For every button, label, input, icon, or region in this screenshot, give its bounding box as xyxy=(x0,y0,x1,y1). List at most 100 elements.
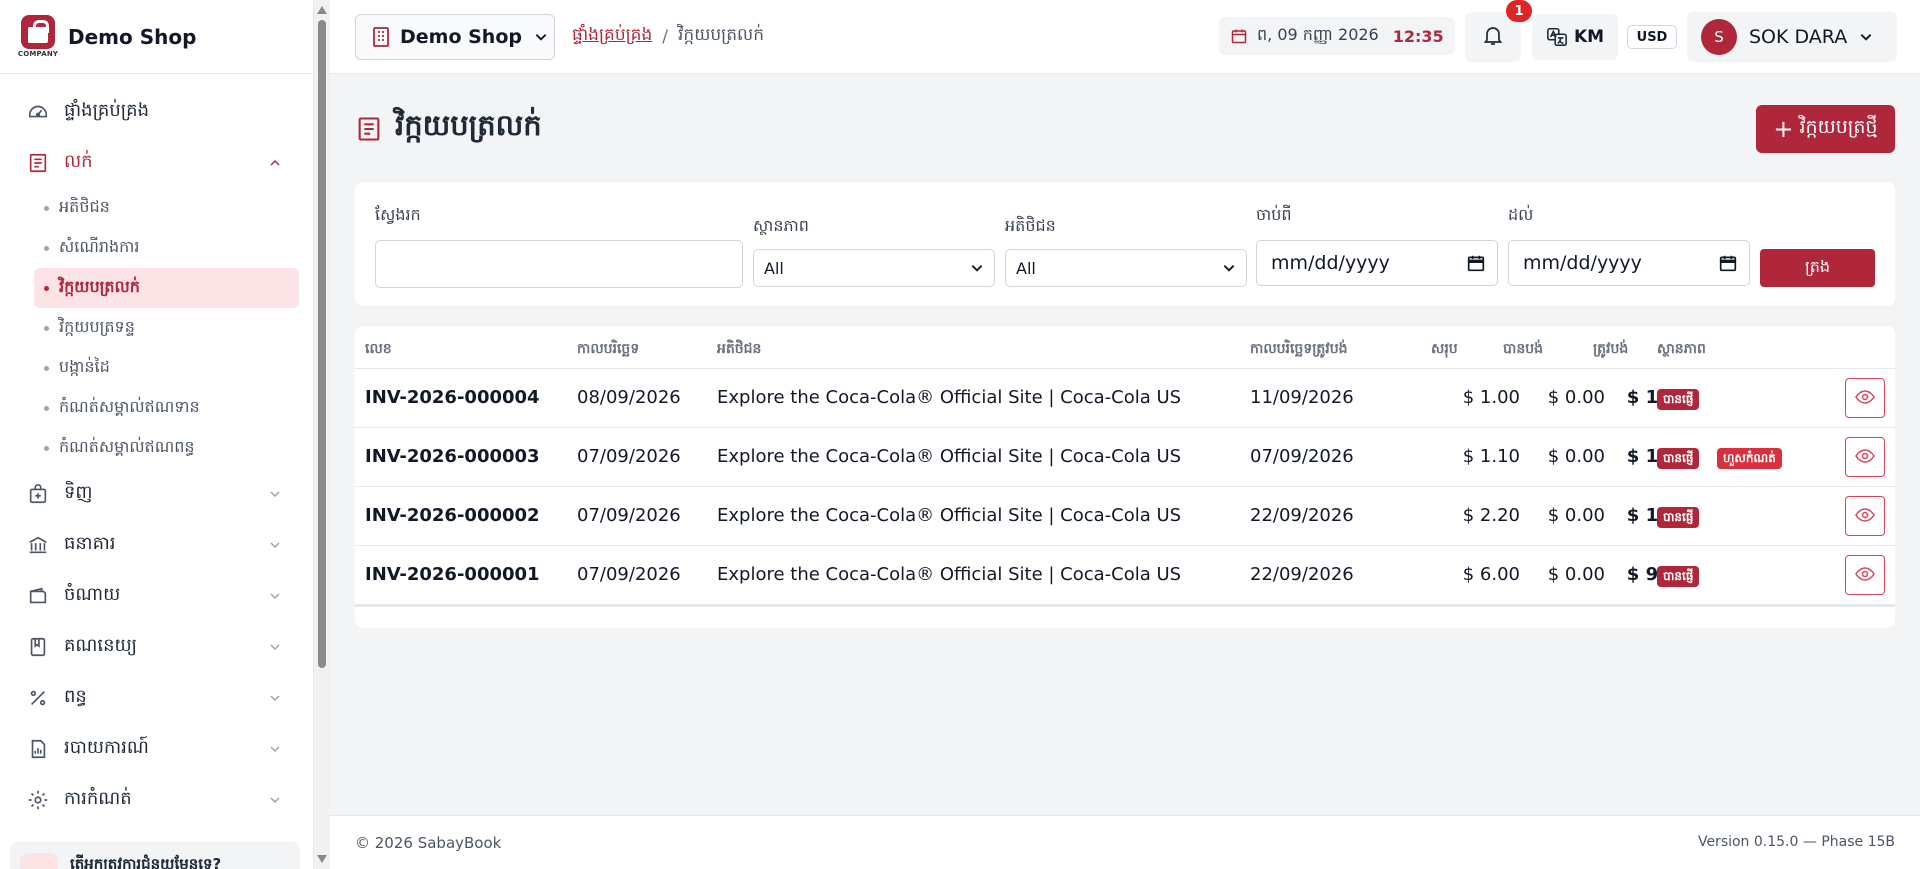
filter-panel: ស្វែងរក ស្ថានភាព All អតិថិជន All ចាប់ពី … xyxy=(355,182,1895,306)
column-header-number[interactable]: លេខ xyxy=(365,339,392,360)
scroll-thumb[interactable] xyxy=(318,20,326,668)
sidebar-item-sales-invoices[interactable]: វិក្កយបត្រលក់ xyxy=(34,268,299,308)
table-row[interactable]: INV-2026-000004 08/09/2026 Explore the C… xyxy=(355,369,1895,428)
sidebar-item-debit-notes[interactable]: កំណត់សម្គាល់ឥណពន្ធ xyxy=(34,428,299,468)
sidebar-item-debt-invoices[interactable]: វិក្កយបត្រទន្ទ xyxy=(34,308,299,348)
breadcrumb-home-link[interactable]: ផ្ទាំងគ្រប់គ្រង xyxy=(572,24,652,49)
view-invoice-button[interactable] xyxy=(1845,555,1885,595)
sidebar: COMPANY Demo Shop ផ្ទាំងគ្រប់គ្រង លក់ អត… xyxy=(0,0,314,869)
sidebar-item-banking[interactable]: ធនាគារ xyxy=(0,519,313,570)
calendar-icon[interactable] xyxy=(1467,254,1485,272)
language-switcher[interactable]: KM xyxy=(1532,14,1618,60)
sidebar-item-expenses[interactable]: ចំណាយ xyxy=(0,570,313,621)
gear-icon xyxy=(26,788,50,812)
sidebar-item-tax[interactable]: ពន្ធ xyxy=(0,672,313,723)
from-date-label: ចាប់ពី xyxy=(1256,205,1292,224)
view-invoice-button[interactable] xyxy=(1845,378,1885,418)
help-card[interactable]: តើអ្នកត្រូវការជំនួយមែនទេ? xyxy=(10,842,300,869)
bank-icon xyxy=(26,533,50,557)
chevron-down-icon xyxy=(267,741,283,757)
calendar-icon xyxy=(1231,28,1247,44)
customer-select[interactable]: All xyxy=(1005,249,1247,287)
invoice-number[interactable]: INV-2026-000001 xyxy=(365,564,540,585)
eye-icon xyxy=(1855,389,1875,408)
table-row[interactable]: INV-2026-000001 07/09/2026 Explore the C… xyxy=(355,546,1895,605)
invoice-number[interactable]: INV-2026-000002 xyxy=(365,505,540,526)
column-header-due-date[interactable]: កាលបរិច្ឆេទត្រូវបង់ xyxy=(1250,339,1347,360)
invoice-date: 08/09/2026 xyxy=(577,387,681,408)
table-scroll-track[interactable] xyxy=(355,604,1895,607)
sidebar-scrollbar[interactable] xyxy=(314,0,330,869)
filter-button[interactable]: ត្រង xyxy=(1760,249,1875,287)
avatar: S xyxy=(1701,19,1737,55)
date-time-display: ព, 09 កញ្ញា 2026 12:35 xyxy=(1219,17,1455,55)
breadcrumb: ផ្ទាំងគ្រប់គ្រង / វិក្កយបត្រលក់ xyxy=(572,24,764,49)
to-date-input[interactable]: mm/dd/yyyy xyxy=(1508,240,1750,286)
invoice-number[interactable]: INV-2026-000004 xyxy=(365,387,540,408)
receipt-icon xyxy=(26,151,50,175)
user-name: SOK DARA xyxy=(1749,26,1848,48)
notification-badge: 1 xyxy=(1506,0,1532,22)
breadcrumb-current: វិក្កយបត្រលក់ xyxy=(678,25,765,45)
invoice-number[interactable]: INV-2026-000003 xyxy=(365,446,540,467)
view-invoice-button[interactable] xyxy=(1845,437,1885,477)
eye-icon xyxy=(1855,448,1875,467)
status-select[interactable]: All xyxy=(753,249,995,287)
column-header-date[interactable]: កាលបរិច្ឆេទ xyxy=(577,339,639,360)
invoice-due-date: 11/09/2026 xyxy=(1250,387,1354,408)
chevron-down-icon xyxy=(1222,261,1236,275)
sidebar-brand[interactable]: COMPANY Demo Shop xyxy=(0,0,313,74)
sidebar-item-accounting[interactable]: គណនេយ្យ xyxy=(0,621,313,672)
sidebar-item-reports[interactable]: របាយការណ៍ xyxy=(0,723,313,774)
view-invoice-button[interactable] xyxy=(1845,496,1885,536)
scroll-up-arrow-icon[interactable] xyxy=(317,6,327,14)
copyright: © 2026 SabayBook xyxy=(355,834,502,852)
chevron-down-icon xyxy=(267,639,283,655)
scroll-down-arrow-icon[interactable] xyxy=(317,855,327,863)
sidebar-item-customers[interactable]: អតិថិជន xyxy=(34,188,299,228)
receipt-icon xyxy=(355,114,383,144)
invoice-customer: Explore the Coca-Cola® Official Site | C… xyxy=(717,446,1182,467)
chevron-down-icon xyxy=(267,486,283,502)
column-header-due[interactable]: ត្រូវបង់ xyxy=(1593,339,1628,360)
sidebar-item-credit-notes[interactable]: កំណត់សម្គាល់ឥណទាន xyxy=(34,388,299,428)
sidebar-item-sales[interactable]: លក់ xyxy=(0,137,313,188)
sidebar-item-settings[interactable]: ការកំណត់ xyxy=(0,774,313,825)
chevron-up-icon xyxy=(267,155,283,171)
chevron-down-icon xyxy=(267,792,283,808)
invoice-date: 07/09/2026 xyxy=(577,505,681,526)
customer-label: អតិថិជន xyxy=(1005,216,1056,235)
table-row[interactable]: INV-2026-000003 07/09/2026 Explore the C… xyxy=(355,428,1895,487)
search-label: ស្វែងរក xyxy=(375,205,421,224)
bell-icon xyxy=(1481,23,1505,51)
sidebar-item-purchases[interactable]: ទិញ xyxy=(0,468,313,519)
wallet-icon xyxy=(26,584,50,608)
eye-icon xyxy=(1855,566,1875,585)
column-header-paid[interactable]: បានបង់ xyxy=(1503,339,1543,360)
new-invoice-button[interactable]: + វិក្កយបត្រថ្មី xyxy=(1756,105,1895,153)
shop-switcher[interactable]: Demo Shop xyxy=(355,14,555,60)
sidebar-item-quotations[interactable]: សំណើរាងការ xyxy=(34,228,299,268)
search-input[interactable] xyxy=(375,240,743,288)
sidebar-item-dashboard[interactable]: ផ្ទាំងគ្រប់គ្រង xyxy=(0,86,313,137)
invoice-due-date: 22/09/2026 xyxy=(1250,505,1354,526)
from-date-input[interactable]: mm/dd/yyyy xyxy=(1256,240,1498,286)
column-header-status[interactable]: ស្ថានភាព xyxy=(1657,339,1706,360)
chart-file-icon xyxy=(26,737,50,761)
invoice-due-date: 07/09/2026 xyxy=(1250,446,1354,467)
user-menu[interactable]: S SOK DARA xyxy=(1687,12,1897,62)
invoice-due-date: 22/09/2026 xyxy=(1250,564,1354,585)
sidebar-item-receipts[interactable]: បង្កាន់ដៃ xyxy=(34,348,299,388)
plus-icon: + xyxy=(1773,115,1794,143)
table-row[interactable]: INV-2026-000002 07/09/2026 Explore the C… xyxy=(355,487,1895,546)
gauge-icon xyxy=(26,100,50,124)
invoice-date: 07/09/2026 xyxy=(577,446,681,467)
chevron-down-icon xyxy=(1859,30,1873,44)
column-header-total[interactable]: សរុប xyxy=(1431,339,1458,360)
currency-badge[interactable]: USD xyxy=(1627,25,1677,49)
eye-icon xyxy=(1855,507,1875,526)
invoice-date: 07/09/2026 xyxy=(577,564,681,585)
calendar-icon[interactable] xyxy=(1719,254,1737,272)
column-header-customer[interactable]: អតិថិជន xyxy=(717,339,761,360)
translate-icon xyxy=(1546,26,1568,48)
